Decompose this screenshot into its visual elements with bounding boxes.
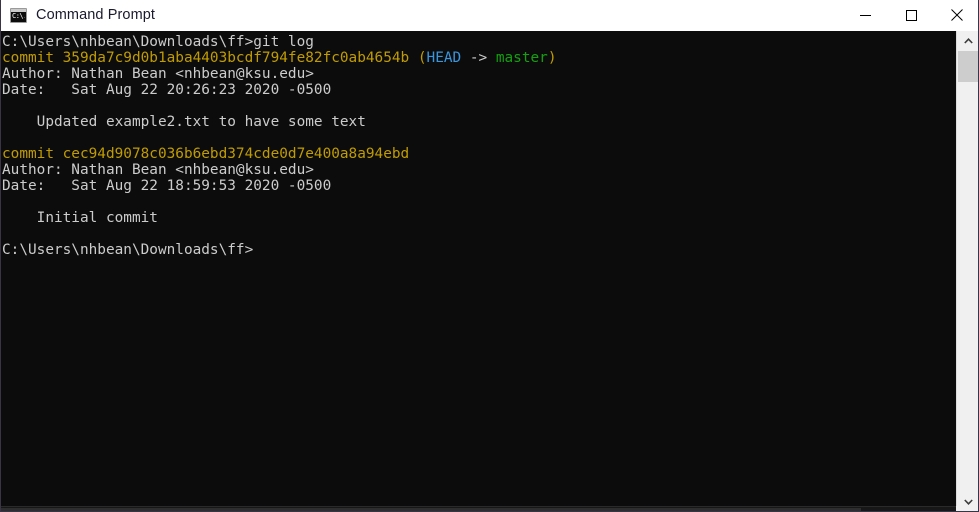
commit-2-message-line: Initial commit — [2, 210, 158, 226]
maximize-icon — [905, 9, 917, 21]
prompt-command-line: C:\Users\nhbean\Downloads\ff>git log — [2, 34, 314, 50]
horizontal-scrollbar[interactable] — [1, 506, 957, 511]
scrollbar-corner — [956, 506, 978, 511]
vertical-scrollbar[interactable] — [956, 31, 978, 511]
terminal-output-area[interactable]: C:\Users\nhbean\Downloads\ff>git log comm… — [1, 31, 957, 511]
window-title: Command Prompt — [36, 7, 156, 23]
commit-1-date-line: Date: Sat Aug 22 20:26:23 2020 -0500 — [2, 82, 332, 98]
commit-2-hash-line: commit cec94d9078c036b6ebd374cde0d7e400a… — [2, 146, 410, 162]
chevron-down-icon — [963, 498, 973, 505]
chevron-up-icon — [963, 37, 973, 44]
close-icon — [951, 9, 963, 21]
blank-line-2 — [2, 130, 957, 146]
titlebar-left[interactable]: C:\. Command Prompt — [1, 0, 842, 30]
blank-line-1 — [2, 98, 957, 114]
terminal-text: C:\Users\nhbean\Downloads\ff>git log comm… — [2, 34, 957, 258]
command-prompt-icon-glyph: C:\. — [12, 11, 25, 20]
blank-line-3 — [2, 194, 957, 210]
maximize-button[interactable] — [888, 0, 934, 31]
command-prompt-window: C:\. Command Prompt — [0, 0, 979, 512]
commit-1-hash-line: commit 359da7c9d0b1aba4403bcdf794fe82fc0… — [2, 50, 557, 66]
commit-1-author-line: Author: Nathan Bean <nhbean@ksu.edu> — [2, 66, 314, 82]
minimize-button[interactable] — [842, 0, 888, 31]
minimize-icon — [859, 14, 871, 16]
commit-1-message-line: Updated example2.txt to have some text — [2, 114, 366, 130]
commit-2-author-line: Author: Nathan Bean <nhbean@ksu.edu> — [2, 162, 314, 178]
blank-line-4 — [2, 226, 957, 242]
window-controls — [842, 0, 978, 31]
close-button[interactable] — [934, 0, 978, 31]
vertical-scroll-thumb[interactable] — [958, 51, 978, 82]
final-prompt-line: C:\Users\nhbean\Downloads\ff> — [2, 242, 254, 258]
commit-2-date-line: Date: Sat Aug 22 18:59:53 2020 -0500 — [2, 178, 332, 194]
command-prompt-icon: C:\. — [10, 7, 27, 23]
horizontal-scroll-thumb[interactable] — [1, 508, 861, 511]
scroll-up-button[interactable] — [957, 31, 978, 50]
titlebar[interactable]: C:\. Command Prompt — [1, 0, 978, 31]
